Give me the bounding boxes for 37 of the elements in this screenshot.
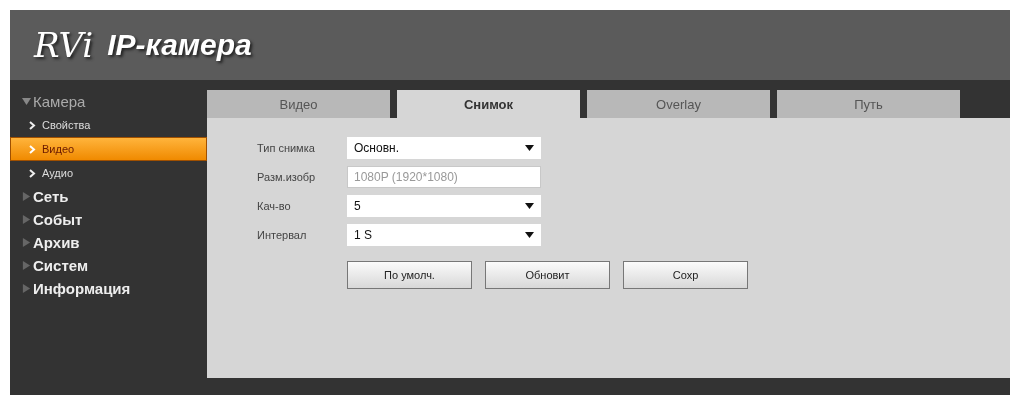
chevron-icon	[29, 144, 36, 154]
dropdown[interactable]: Основн.	[347, 137, 541, 159]
tab[interactable]: Путь	[777, 90, 960, 118]
menu-group[interactable]: Систем	[10, 254, 207, 277]
chevron-icon	[29, 168, 36, 178]
dropdown[interactable]: 5	[347, 195, 541, 217]
field-label: Интервал	[257, 229, 308, 241]
dropdown-arrow-icon	[525, 203, 534, 209]
field-label: Кач-во	[257, 200, 292, 212]
action-button[interactable]: Обновит	[485, 261, 610, 289]
menu-item[interactable]: Видео	[10, 137, 207, 161]
menu-group[interactable]: Информация	[10, 277, 207, 300]
triangle-icon	[22, 192, 31, 201]
triangle-icon	[22, 238, 31, 247]
tab[interactable]: Видео	[207, 90, 390, 118]
menu-group[interactable]: Архив	[10, 231, 207, 254]
action-button[interactable]: По умолч.	[347, 261, 472, 289]
page-title: IP-камера	[107, 28, 252, 62]
dropdown[interactable]: 1 S	[347, 224, 541, 246]
menu-item[interactable]: Аудио	[10, 161, 207, 185]
field-label: Разм.изобр	[257, 171, 317, 183]
menu-group[interactable]: Камера	[10, 90, 207, 113]
tab[interactable]: Снимок	[397, 90, 580, 118]
triangle-icon	[22, 215, 31, 224]
tab[interactable]: Overlay	[587, 90, 770, 118]
triangle-icon	[22, 97, 31, 106]
triangle-icon	[22, 261, 31, 270]
chevron-icon	[29, 120, 36, 130]
dropdown-arrow-icon	[525, 145, 534, 151]
menu-group[interactable]: Сеть	[10, 185, 207, 208]
triangle-icon	[22, 284, 31, 293]
field-label: Тип снимка	[257, 142, 316, 154]
dropdown-arrow-icon	[525, 232, 534, 238]
action-button[interactable]: Сохр	[623, 261, 748, 289]
menu-group[interactable]: Событ	[10, 208, 207, 231]
logo: RVi	[34, 25, 94, 65]
menu-item[interactable]: Свойства	[10, 113, 207, 137]
